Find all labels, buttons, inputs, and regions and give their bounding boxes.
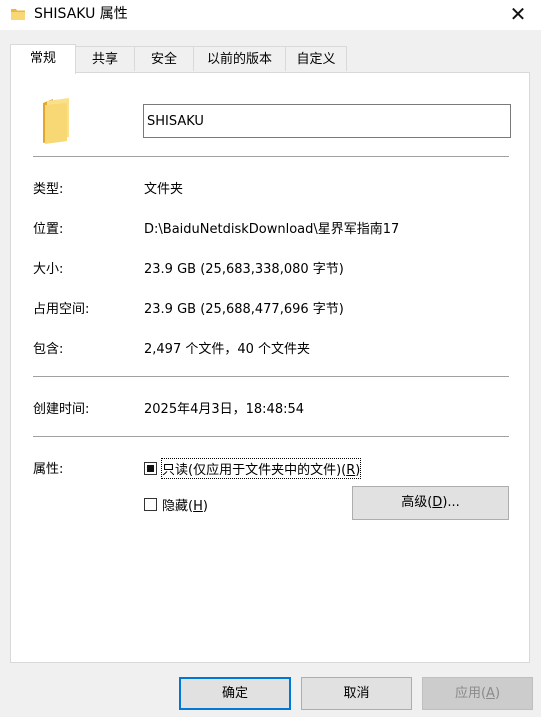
size-on-disk-value: 23.9 GB (25,688,477,696 字节) <box>144 302 344 317</box>
tab-label: 自定义 <box>296 52 336 67</box>
general-panel: 类型: 文件夹 位置: D:\BaiduNetdiskDownload\星界军指… <box>10 72 530 663</box>
apply-label: 应用( <box>454 686 487 701</box>
apply-button[interactable]: 应用(A) <box>422 677 533 710</box>
readonly-mnemonic: R <box>346 463 356 478</box>
ok-button[interactable]: 确定 <box>179 677 291 710</box>
hidden-mnemonic: H <box>193 499 203 514</box>
location-value: D:\BaiduNetdiskDownload\星界军指南17 <box>144 222 400 237</box>
folder-icon <box>43 98 69 144</box>
divider <box>33 436 509 437</box>
hidden-label-end: ) <box>202 499 208 514</box>
advanced-button[interactable]: 高级(D)... <box>352 486 509 520</box>
readonly-label[interactable]: 只读(仅应用于文件夹中的文件)(R) <box>160 458 362 479</box>
hidden-checkbox[interactable] <box>144 498 157 511</box>
folder-name-input[interactable] <box>143 104 511 138</box>
hidden-label-text: 隐藏( <box>162 499 194 514</box>
ok-label: 确定 <box>221 686 248 701</box>
cancel-label: 取消 <box>343 686 370 701</box>
type-value: 文件夹 <box>144 182 184 197</box>
tab-general[interactable]: 常规 <box>10 44 76 74</box>
readonly-label-text: 只读(仅应用于文件夹中的文件)( <box>162 463 347 478</box>
title-bar: SHISAKU 属性 ✕ <box>0 0 541 30</box>
hidden-label[interactable]: 隐藏(H) <box>162 495 208 514</box>
attributes-label: 属性: <box>33 462 64 477</box>
tab-label: 安全 <box>150 52 177 67</box>
contains-label: 包含: <box>33 342 64 357</box>
size-label: 大小: <box>33 262 64 277</box>
advanced-mnemonic: D <box>432 495 443 510</box>
size-value: 23.9 GB (25,683,338,080 字节) <box>144 262 344 277</box>
readonly-checkbox[interactable] <box>144 462 157 475</box>
close-button[interactable]: ✕ <box>495 0 541 30</box>
type-label: 类型: <box>33 182 64 197</box>
created-label: 创建时间: <box>33 402 90 417</box>
tab-security[interactable]: 安全 <box>134 46 194 71</box>
tab-label: 共享 <box>91 52 118 67</box>
advanced-label-end: )... <box>442 495 460 510</box>
tab-sharing[interactable]: 共享 <box>75 46 135 71</box>
readonly-label-end: ) <box>355 463 361 478</box>
contains-value: 2,497 个文件，40 个文件夹 <box>144 342 311 357</box>
window-title: SHISAKU 属性 <box>34 6 128 22</box>
indeterminate-mark <box>147 465 154 472</box>
size-on-disk-label: 占用空间: <box>33 302 90 317</box>
folder-icon <box>11 9 25 20</box>
cancel-button[interactable]: 取消 <box>301 677 412 710</box>
divider <box>33 376 509 377</box>
tab-customize[interactable]: 自定义 <box>285 46 347 71</box>
tab-label: 常规 <box>29 51 56 66</box>
tab-label: 以前的版本 <box>206 52 272 67</box>
close-icon: ✕ <box>509 2 527 26</box>
tab-previous-versions[interactable]: 以前的版本 <box>193 46 286 71</box>
location-label: 位置: <box>33 222 64 237</box>
divider <box>33 156 509 157</box>
created-value: 2025年4月3日，18:48:54 <box>144 402 305 417</box>
apply-label-end: ) <box>494 686 501 701</box>
apply-mnemonic: A <box>486 686 495 701</box>
advanced-label: 高级( <box>401 495 433 510</box>
